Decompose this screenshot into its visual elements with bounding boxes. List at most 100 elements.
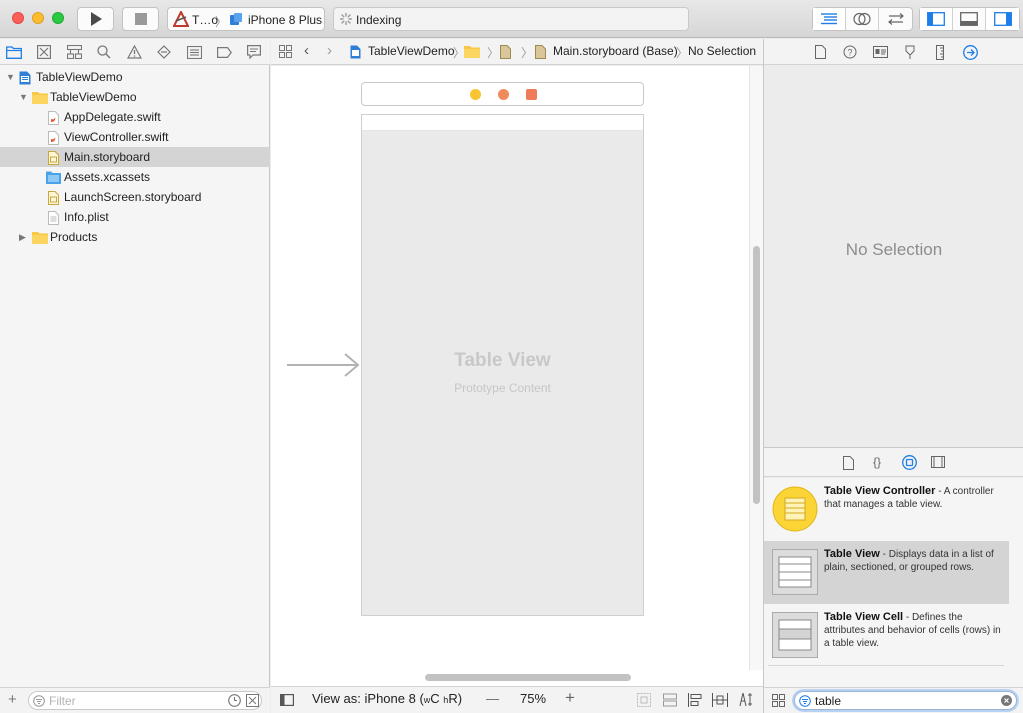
source-control-filter-icon[interactable]	[246, 694, 259, 707]
filter-placeholder: Filter	[49, 694, 76, 708]
clear-search-icon[interactable]	[1001, 695, 1012, 706]
library-item-table-view-controller[interactable]: Table View Controller - A controller tha…	[764, 478, 1009, 541]
vertical-scrollbar[interactable]	[749, 66, 763, 670]
view-as-label[interactable]: View as: iPhone 8 (wC hR)	[312, 691, 462, 706]
tree-row-project[interactable]: ▼ TableViewDemo	[0, 67, 270, 87]
project-navigator-tab[interactable]	[6, 44, 22, 60]
exit-icon[interactable]	[526, 89, 537, 100]
tree-row-group[interactable]: ▶ Products	[0, 227, 270, 247]
initial-view-controller-arrow[interactable]	[287, 352, 361, 378]
tree-row-file[interactable]: Assets.xcassets	[0, 167, 270, 187]
back-button[interactable]: ‹	[304, 42, 309, 59]
tree-row-group[interactable]: ▼ TableViewDemo	[0, 87, 270, 107]
view-controller-icon[interactable]	[470, 89, 481, 100]
scene-dock[interactable]	[361, 82, 644, 106]
first-responder-icon[interactable]	[498, 89, 509, 100]
document-outline-toggle-icon[interactable]	[280, 694, 294, 706]
canvas-bottom-bar: View as: iPhone 8 (wC hR) — 75% +	[271, 686, 763, 713]
navigator-filter-field[interactable]: Filter	[28, 691, 262, 710]
standard-editor-button[interactable]	[813, 8, 846, 30]
disclosure-open-icon[interactable]: ▼	[6, 67, 15, 87]
left-panel-icon	[927, 12, 945, 26]
zoom-level[interactable]: 75%	[520, 691, 546, 706]
object-library-tab[interactable]	[902, 455, 917, 470]
add-icon[interactable]: +	[8, 691, 17, 708]
disclosure-closed-icon[interactable]: ▶	[19, 227, 26, 247]
horizontal-scrollbar[interactable]	[271, 670, 763, 686]
related-items-icon[interactable]	[279, 45, 292, 58]
version-editor-button[interactable]	[879, 8, 912, 30]
recent-files-icon[interactable]	[228, 694, 241, 707]
forward-button[interactable]: ›	[327, 42, 332, 59]
warning-icon	[126, 45, 142, 59]
jumpbar-selection[interactable]: No Selection	[688, 44, 756, 58]
assistant-editor-button[interactable]	[846, 8, 879, 30]
utilities-area: ? No Selection {} Table View Controller …	[763, 39, 1023, 713]
library-item-table-view-cell[interactable]: Table View Cell - Defines the attributes…	[764, 604, 1009, 667]
report-navigator-tab[interactable]	[246, 44, 262, 60]
identity-inspector-tab[interactable]	[872, 44, 888, 60]
size-inspector-tab[interactable]	[932, 44, 948, 60]
device-name: iPhone 8 Plus	[248, 13, 323, 27]
toggle-navigator-button[interactable]	[920, 8, 953, 30]
jumpbar-file[interactable]: Main.storyboard (Base)	[553, 44, 678, 58]
swap-arrows-icon	[887, 13, 904, 25]
library-item-description: Table View Cell - Defines the attributes…	[824, 611, 1004, 650]
resizing-behavior-icon[interactable]	[739, 692, 755, 707]
zoom-out-button[interactable]: —	[486, 691, 499, 706]
attributes-inspector-tab[interactable]	[902, 44, 918, 60]
storyboard-file-icon[interactable]	[500, 45, 511, 59]
toggle-utilities-button[interactable]	[986, 8, 1019, 30]
test-navigator-tab[interactable]	[156, 44, 172, 60]
zoom-window-button[interactable]	[52, 12, 64, 24]
find-navigator-tab[interactable]	[96, 44, 112, 60]
connections-inspector-tab[interactable]	[962, 44, 978, 60]
tree-row-file[interactable]: Info.plist	[0, 207, 270, 227]
run-button[interactable]	[77, 7, 114, 31]
breakpoint-icon	[216, 46, 232, 58]
resolve-layout-icon[interactable]	[712, 693, 728, 707]
align-icon[interactable]	[663, 693, 677, 707]
scrollbar-thumb[interactable]	[753, 246, 760, 504]
tree-row-file[interactable]: LaunchScreen.storyboard	[0, 187, 270, 207]
pin-constraints-icon[interactable]	[688, 693, 702, 707]
library-item-table-view[interactable]: Table View - Displays data in a list of …	[764, 541, 1009, 604]
chevron-right-icon: 〉	[521, 46, 534, 60]
code-snippet-library-tab[interactable]: {}	[873, 455, 881, 469]
close-window-button[interactable]	[12, 12, 24, 24]
file-inspector-tab[interactable]	[812, 44, 828, 60]
disclosure-open-icon[interactable]: ▼	[19, 87, 28, 107]
grid-view-icon[interactable]	[772, 694, 785, 707]
tree-row-file[interactable]: ViewController.swift	[0, 127, 270, 147]
scrollbar-thumb[interactable]	[425, 674, 631, 681]
tree-row-file[interactable]: AppDelegate.swift	[0, 107, 270, 127]
zoom-in-button[interactable]: +	[565, 688, 575, 708]
tree-row-file-selected[interactable]: Main.storyboard	[0, 147, 270, 167]
table-view-scene[interactable]: Table View Prototype Content	[361, 114, 644, 616]
embed-in-stack-icon[interactable]	[637, 693, 651, 707]
issue-navigator-tab[interactable]	[126, 44, 142, 60]
lines-icon	[821, 13, 837, 25]
plist-file-icon	[48, 211, 59, 225]
device-icon	[230, 13, 242, 25]
jumpbar-project[interactable]: TableViewDemo	[368, 44, 455, 58]
breakpoint-navigator-tab[interactable]	[216, 44, 232, 60]
scheme-selector[interactable]: T…o 〉 iPhone 8 Plus	[167, 7, 325, 31]
list-divider	[768, 665, 1004, 666]
file-template-library-tab[interactable]	[843, 456, 854, 470]
folder-icon[interactable]	[464, 45, 480, 58]
folder-icon	[6, 45, 22, 59]
project-icon	[350, 45, 361, 59]
toggle-debug-area-button[interactable]	[953, 8, 986, 30]
library-search-field[interactable]: table	[794, 691, 1017, 710]
debug-navigator-tab[interactable]	[186, 44, 202, 60]
source-control-navigator-tab[interactable]	[36, 44, 52, 60]
speech-bubble-icon	[247, 45, 261, 59]
filter-icon	[33, 695, 45, 707]
quick-help-tab[interactable]: ?	[842, 44, 858, 60]
library-item-title: Table View Controller	[824, 485, 936, 497]
minimize-window-button[interactable]	[32, 12, 44, 24]
symbol-navigator-tab[interactable]	[66, 44, 82, 60]
media-library-tab[interactable]	[931, 456, 945, 468]
stop-button[interactable]	[122, 7, 159, 31]
